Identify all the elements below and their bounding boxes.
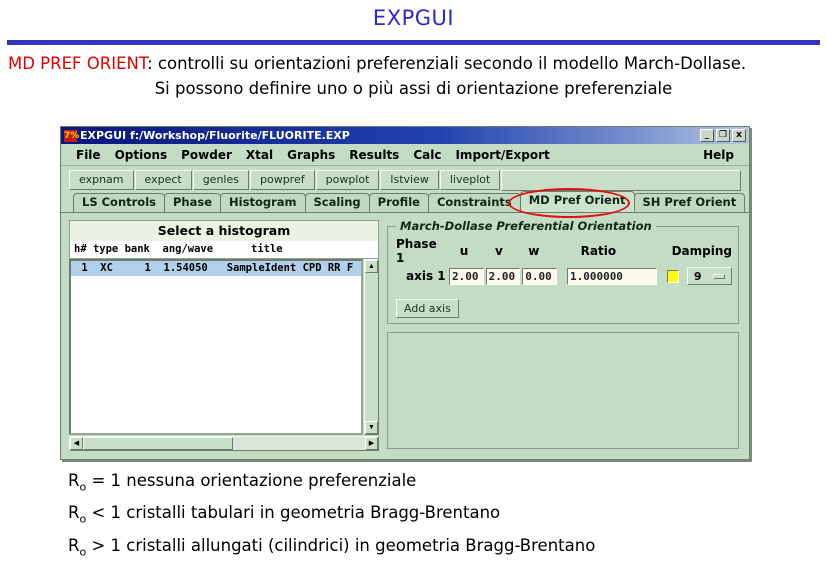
tab-sh-pref-orient[interactable]: SH Pref Orient [633, 193, 746, 212]
md-axis-label: axis 1 [406, 269, 446, 283]
md-damping-select[interactable]: 9 [687, 267, 732, 285]
tab-phase[interactable]: Phase [164, 193, 222, 212]
toolbar-button-powpref[interactable]: powpref [249, 170, 315, 190]
march-dollase-pane: March-Dollase Preferential Orientation P… [387, 219, 741, 451]
window-title: EXPGUI f:/Workshop/Fluorite/FLUORITE.EXP [80, 129, 350, 142]
scroll-right-icon[interactable]: ▶ [365, 437, 378, 450]
toolbar-filler [501, 169, 741, 191]
menu-item-import-export[interactable]: Import/Export [448, 147, 556, 163]
md-empty-area [387, 332, 739, 449]
md-v-input[interactable]: 2.00 [485, 267, 521, 285]
caption-line-2: Si possono definire uno o più assi di or… [154, 79, 673, 98]
menu-item-help[interactable]: Help [696, 147, 741, 163]
tab-ls-controls[interactable]: LS Controls [73, 193, 165, 212]
menu-item-powder[interactable]: Powder [174, 147, 239, 163]
footer-3-prefix: R [68, 535, 80, 555]
menu-item-calc[interactable]: Calc [406, 147, 448, 163]
footer-line-1: Ro = 1 nessuna orientazione preferenzial… [68, 468, 595, 500]
tab-profile[interactable]: Profile [368, 193, 429, 212]
md-header-w: w [528, 244, 540, 258]
histogram-column-header: h# type bank ang/wave title [69, 241, 379, 259]
md-header-damping: Damping [671, 244, 732, 258]
list-item[interactable]: 1 XC 1 1.54050 SampleIdent CPD RR F [71, 261, 361, 276]
md-damping-value: 9 [693, 269, 702, 283]
minimize-button[interactable]: _ [700, 129, 714, 142]
toolbar-button-liveplot[interactable]: liveplot [439, 170, 501, 190]
caption-highlight: MD PREF ORIENT [8, 54, 148, 73]
toolbar-button-powplot[interactable]: powplot [315, 170, 380, 190]
histogram-horizontal-scrollbar[interactable]: ◀ ▶ [69, 436, 379, 451]
menu-bar: File Options Powder Xtal Graphs Results … [61, 144, 749, 166]
toolbar-button-lstview[interactable]: lstview [380, 170, 439, 190]
tab-histogram[interactable]: Histogram [220, 193, 306, 212]
tab-md-pref-orient[interactable]: MD Pref Orient [519, 191, 635, 212]
md-ratio-input[interactable]: 1.000000 [566, 267, 658, 285]
slide-caption: MD PREF ORIENT: controlli su orientazion… [0, 54, 827, 98]
footer-1-prefix: R [68, 471, 80, 490]
histogram-list-wrapper: 1 XC 1 1.54050 SampleIdent CPD RR F ▲ ▼ [69, 259, 379, 435]
menu-item-options[interactable]: Options [108, 147, 175, 163]
maximize-button[interactable]: ❐ [716, 129, 730, 142]
md-refine-checkbox[interactable] [667, 269, 679, 283]
md-axis-row: axis 1 2.00 2.00 0.00 1.000000 9 [388, 265, 738, 285]
histogram-selector-pane: Select a histogram h# type bank ang/wave… [69, 220, 379, 451]
page-title: EXPGUI [372, 6, 455, 30]
menu-item-graphs[interactable]: Graphs [280, 147, 342, 163]
menu-item-results[interactable]: Results [342, 147, 406, 163]
toolbar-button-expnam[interactable]: expnam [69, 170, 134, 190]
histogram-listbox[interactable]: 1 XC 1 1.54050 SampleIdent CPD RR F [69, 259, 363, 435]
tab-scaling[interactable]: Scaling [304, 193, 370, 212]
footer-2-prefix: R [68, 503, 80, 523]
hscroll-thumb[interactable] [83, 437, 233, 450]
menu-item-xtal[interactable]: Xtal [239, 147, 280, 163]
md-header-v: v [495, 244, 503, 258]
window-controls: _ ❐ x [700, 129, 747, 142]
footer-3-text: > 1 cristalli allungati (cilindrici) in … [86, 535, 596, 555]
md-header-ratio: Ratio [580, 244, 617, 258]
toolbar-button-expect[interactable]: expect [134, 170, 192, 190]
hscroll-track[interactable] [233, 437, 365, 450]
md-w-input[interactable]: 0.00 [522, 267, 557, 285]
footer-1-text: = 1 nessuna orientazione preferenziale [86, 471, 417, 490]
tab-content-md-pref-orient: Select a histogram h# type bank ang/wave… [61, 214, 749, 459]
footer-line-3: Ro > 1 cristalli allungati (cilindrici) … [68, 533, 595, 565]
tool-bar: expnam expect genles powpref powplot lst… [61, 166, 749, 192]
md-header-phase: Phase 1 [396, 237, 437, 265]
menu-item-file[interactable]: File [69, 147, 108, 163]
footer-2-text: < 1 cristalli tabulari in geometria Brag… [86, 503, 501, 523]
scroll-up-icon[interactable]: ▲ [365, 260, 378, 273]
add-axis-button[interactable]: Add axis [396, 299, 459, 318]
footer-notes: Ro = 1 nessuna orientazione preferenzial… [68, 468, 595, 565]
footer-line-2: Ro < 1 cristalli tabulari in geometria B… [68, 500, 595, 532]
histogram-pane-title: Select a histogram [69, 220, 379, 241]
scroll-down-icon[interactable]: ▼ [365, 421, 378, 434]
title-divider [7, 40, 820, 45]
chevron-down-icon [713, 273, 726, 279]
window-titlebar[interactable]: 7% EXPGUI f:/Workshop/Fluorite/FLUORITE.… [61, 127, 749, 144]
close-button[interactable]: x [732, 129, 746, 142]
caption-rest: : controlli su orientazioni preferenzial… [147, 54, 747, 73]
march-dollase-legend: March-Dollase Preferential Orientation [396, 219, 656, 233]
tab-strip: LS Controls Phase Histogram Scaling Prof… [61, 191, 749, 213]
march-dollase-groupbox: March-Dollase Preferential Orientation P… [387, 219, 739, 324]
scroll-left-icon[interactable]: ◀ [70, 437, 83, 450]
md-header-u: u [459, 244, 469, 258]
md-u-input[interactable]: 2.00 [448, 267, 484, 285]
histogram-vertical-scrollbar[interactable]: ▲ ▼ [364, 259, 379, 435]
app-icon: 7% [64, 129, 80, 142]
toolbar-button-genles[interactable]: genles [192, 170, 249, 190]
expgui-window: 7% EXPGUI f:/Workshop/Fluorite/FLUORITE.… [60, 126, 750, 460]
tab-constraints[interactable]: Constraints [427, 193, 521, 212]
